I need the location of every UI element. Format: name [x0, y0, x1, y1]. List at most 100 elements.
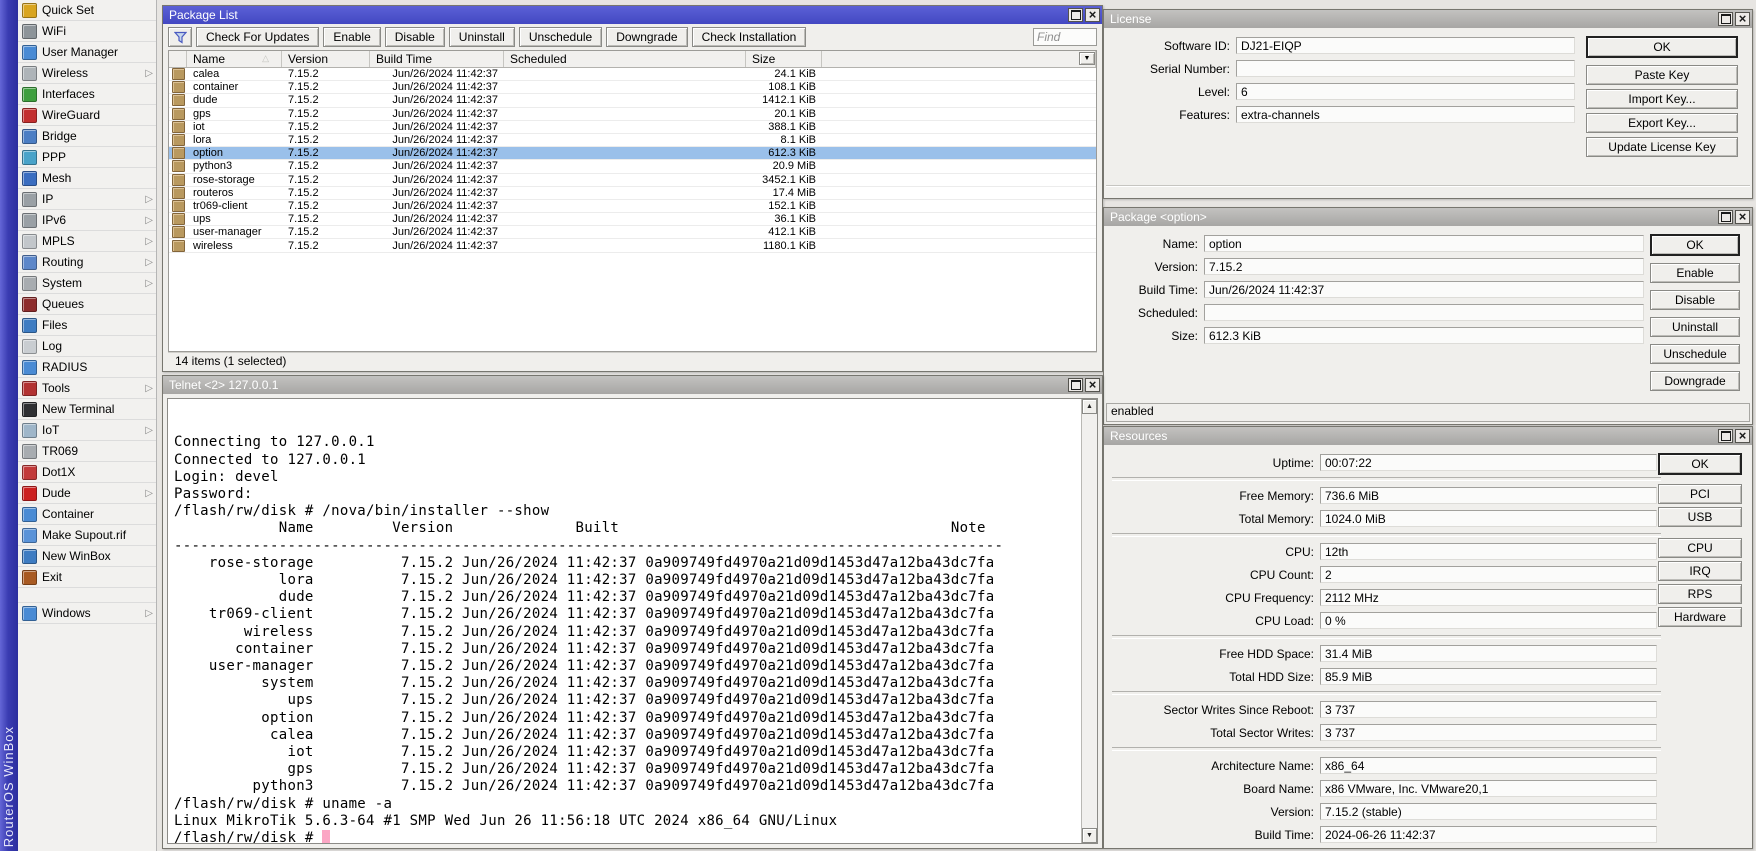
sidebar-item-files[interactable]: Files [18, 315, 156, 336]
sidebar-item-iot[interactable]: IoT▷ [18, 420, 156, 441]
sidebar-item-wireless[interactable]: Wireless▷ [18, 63, 156, 84]
field-value-level[interactable]: 6 [1236, 83, 1575, 100]
uninstall-button[interactable]: Uninstall [449, 27, 515, 47]
sidebar-item-wifi[interactable]: WiFi [18, 21, 156, 42]
license-titlebar[interactable]: License × [1104, 10, 1752, 28]
update-license-key-button[interactable]: Update License Key [1586, 137, 1738, 157]
terminal-output[interactable]: Connecting to 127.0.0.1 Connected to 127… [168, 399, 1081, 843]
irq-button[interactable]: IRQ [1658, 561, 1742, 581]
table-row[interactable]: gps7.15.2Jun/26/2024 11:42:3720.1 KiB [169, 108, 1096, 121]
sidebar-item-bridge[interactable]: Bridge [18, 126, 156, 147]
resources-titlebar[interactable]: Resources × [1104, 427, 1752, 445]
table-row[interactable]: wireless7.15.2Jun/26/2024 11:42:371180.1… [169, 239, 1096, 252]
field-value-name[interactable]: option [1204, 235, 1644, 252]
column-header-build-time[interactable]: Build Time [370, 51, 504, 67]
close-button[interactable]: × [1085, 8, 1100, 22]
sidebar-item-queues[interactable]: Queues [18, 294, 156, 315]
unschedule-button[interactable]: Unschedule [1650, 344, 1740, 364]
disable-button[interactable]: Disable [1650, 290, 1740, 310]
sidebar-item-new-winbox[interactable]: New WinBox [18, 546, 156, 567]
export-key-button[interactable]: Export Key... [1586, 113, 1738, 133]
sidebar-item-log[interactable]: Log [18, 336, 156, 357]
scroll-track[interactable] [1082, 414, 1097, 828]
ok-button[interactable]: OK [1650, 234, 1740, 256]
terminal-area[interactable]: Connecting to 127.0.0.1 Connected to 127… [167, 398, 1098, 844]
sidebar-item-mesh[interactable]: Mesh [18, 168, 156, 189]
enable-button[interactable]: Enable [1650, 263, 1740, 283]
sidebar-item-mpls[interactable]: MPLS▷ [18, 231, 156, 252]
enable-button[interactable]: Enable [323, 27, 380, 47]
sidebar-item-new-terminal[interactable]: New Terminal [18, 399, 156, 420]
find-input[interactable] [1033, 28, 1097, 46]
sidebar-item-system[interactable]: System▷ [18, 273, 156, 294]
maximize-button[interactable] [1718, 12, 1733, 26]
close-button[interactable]: × [1735, 12, 1750, 26]
sidebar-item-dot1x[interactable]: Dot1X [18, 462, 156, 483]
table-row[interactable]: calea7.15.2Jun/26/2024 11:42:3724.1 KiB [169, 68, 1096, 81]
filter-button[interactable] [168, 27, 192, 47]
maximize-button[interactable] [1068, 8, 1083, 22]
downgrade-button[interactable]: Downgrade [606, 27, 687, 47]
check-installation-button[interactable]: Check Installation [692, 27, 807, 47]
uninstall-button[interactable]: Uninstall [1650, 317, 1740, 337]
import-key-button[interactable]: Import Key... [1586, 89, 1738, 109]
sidebar-item-quick-set[interactable]: Quick Set [18, 0, 156, 21]
table-row[interactable]: rose-storage7.15.2Jun/26/2024 11:42:3734… [169, 174, 1096, 187]
package-list-titlebar[interactable]: Package List × [163, 6, 1102, 24]
close-button[interactable]: × [1735, 210, 1750, 224]
field-value-serial-number[interactable] [1236, 60, 1575, 77]
scroll-down-icon[interactable]: ▼ [1082, 828, 1097, 843]
sidebar-item-routing[interactable]: Routing▷ [18, 252, 156, 273]
column-dropdown-button[interactable]: ▼ [1079, 52, 1095, 65]
downgrade-button[interactable]: Downgrade [1650, 371, 1740, 391]
usb-button[interactable]: USB [1658, 507, 1742, 527]
close-button[interactable]: × [1085, 378, 1100, 392]
table-row[interactable]: lora7.15.2Jun/26/2024 11:42:378.1 KiB [169, 134, 1096, 147]
maximize-button[interactable] [1068, 378, 1083, 392]
field-value-build-time[interactable]: Jun/26/2024 11:42:37 [1204, 281, 1644, 298]
field-value-features[interactable]: extra-channels [1236, 106, 1575, 123]
table-row[interactable]: iot7.15.2Jun/26/2024 11:42:37388.1 KiB [169, 121, 1096, 134]
field-value-scheduled[interactable] [1204, 304, 1644, 321]
column-header-name[interactable]: Name△ [187, 51, 282, 67]
telnet-titlebar[interactable]: Telnet <2> 127.0.0.1 × [163, 376, 1102, 394]
column-header-version[interactable]: Version [282, 51, 370, 67]
table-row[interactable]: tr069-client7.15.2Jun/26/2024 11:42:3715… [169, 200, 1096, 213]
sidebar-item-user-manager[interactable]: User Manager [18, 42, 156, 63]
terminal-scrollbar[interactable]: ▲ ▼ [1081, 399, 1097, 843]
scroll-up-icon[interactable]: ▲ [1082, 399, 1097, 414]
close-button[interactable]: × [1735, 429, 1750, 443]
sidebar-item-tr069[interactable]: TR069 [18, 441, 156, 462]
sidebar-item-ip[interactable]: IP▷ [18, 189, 156, 210]
sidebar-item-ppp[interactable]: PPP [18, 147, 156, 168]
column-header-size[interactable]: Size [746, 51, 822, 67]
unschedule-button[interactable]: Unschedule [519, 27, 602, 47]
sidebar-item-tools[interactable]: Tools▷ [18, 378, 156, 399]
table-row[interactable]: option7.15.2Jun/26/2024 11:42:37612.3 Ki… [169, 147, 1096, 160]
sidebar-item-make-supout-rif[interactable]: Make Supout.rif [18, 525, 156, 546]
sidebar-item-radius[interactable]: RADIUS [18, 357, 156, 378]
field-value-software-id[interactable]: DJ21-EIQP [1236, 37, 1575, 54]
sidebar-item-container[interactable]: Container [18, 504, 156, 525]
hardware-button[interactable]: Hardware [1658, 607, 1742, 627]
field-value-size[interactable]: 612.3 KiB [1204, 327, 1644, 344]
rps-button[interactable]: RPS [1658, 584, 1742, 604]
column-header-scheduled[interactable]: Scheduled [504, 51, 746, 67]
pci-button[interactable]: PCI [1658, 484, 1742, 504]
check-for-updates-button[interactable]: Check For Updates [196, 27, 319, 47]
maximize-button[interactable] [1718, 210, 1733, 224]
ok-button[interactable]: OK [1658, 453, 1742, 475]
disable-button[interactable]: Disable [385, 27, 445, 47]
ok-button[interactable]: OK [1586, 36, 1738, 58]
sidebar-item-wireguard[interactable]: WireGuard [18, 105, 156, 126]
table-row[interactable]: user-manager7.15.2Jun/26/2024 11:42:3741… [169, 226, 1096, 239]
table-row[interactable]: dude7.15.2Jun/26/2024 11:42:371412.1 KiB [169, 94, 1096, 107]
sidebar-item-dude[interactable]: Dude▷ [18, 483, 156, 504]
paste-key-button[interactable]: Paste Key [1586, 65, 1738, 85]
maximize-button[interactable] [1718, 429, 1733, 443]
field-value-version[interactable]: 7.15.2 [1204, 258, 1644, 275]
sidebar-item-exit[interactable]: Exit [18, 567, 156, 588]
sidebar-item-windows[interactable]: Windows▷ [18, 603, 156, 624]
table-row[interactable]: python37.15.2Jun/26/2024 11:42:3720.9 Mi… [169, 160, 1096, 173]
sidebar-item-interfaces[interactable]: Interfaces [18, 84, 156, 105]
